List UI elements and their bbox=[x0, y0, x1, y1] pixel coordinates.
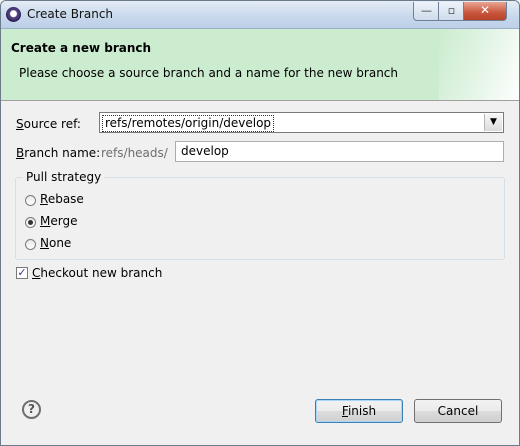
wizard-header-banner: Create a new branch Please choose a sour… bbox=[1, 29, 519, 101]
branch-name-label: Branch name: bbox=[16, 146, 100, 160]
branch-name-input[interactable]: develop bbox=[175, 141, 504, 162]
help-icon[interactable]: ? bbox=[22, 400, 41, 419]
create-branch-dialog: Create Branch — ▫ ✕ Create a new branch … bbox=[0, 0, 520, 446]
cancel-button[interactable]: Cancel bbox=[414, 399, 502, 423]
branch-name-label-text: ranch name: bbox=[24, 146, 101, 160]
minimize-button[interactable]: — bbox=[413, 2, 440, 21]
banner-message: Please choose a source branch and a name… bbox=[19, 66, 399, 80]
source-ref-hotkey: S bbox=[16, 117, 24, 131]
pull-strategy-label: Pull strategy bbox=[23, 170, 105, 184]
title-bar[interactable]: Create Branch — ▫ ✕ bbox=[1, 1, 519, 29]
rebase-radio[interactable] bbox=[25, 195, 36, 206]
maximize-button[interactable]: ▫ bbox=[438, 2, 465, 21]
source-ref-dropdown[interactable]: refs/remotes/origin/develop ▼ bbox=[99, 112, 504, 133]
merge-radio[interactable] bbox=[25, 217, 36, 228]
merge-label-text: erge bbox=[50, 214, 78, 228]
checkout-label-text: heckout new branch bbox=[40, 266, 163, 280]
banner-title: Create a new branch bbox=[11, 41, 152, 55]
none-label-text: one bbox=[48, 236, 72, 250]
none-radio[interactable] bbox=[25, 239, 36, 250]
checkout-new-branch-checkbox[interactable]: ✓ bbox=[16, 267, 28, 279]
finish-label: inish bbox=[347, 404, 377, 418]
merge-label[interactable]: Merge bbox=[40, 214, 77, 228]
finish-button[interactable]: Finish bbox=[315, 399, 403, 423]
none-hotkey: N bbox=[40, 236, 49, 250]
source-ref-label: Source ref: bbox=[16, 117, 81, 131]
rebase-label-text: ebase bbox=[47, 192, 84, 206]
branch-name-hotkey: B bbox=[16, 146, 25, 160]
merge-hotkey: M bbox=[40, 214, 51, 228]
close-button[interactable]: ✕ bbox=[463, 2, 507, 21]
none-label[interactable]: None bbox=[40, 236, 71, 250]
source-ref-value: refs/remotes/origin/develop bbox=[102, 115, 275, 132]
rebase-label[interactable]: Rebase bbox=[40, 192, 84, 206]
chevron-down-icon[interactable]: ▼ bbox=[484, 114, 502, 131]
rebase-hotkey: R bbox=[40, 192, 48, 206]
branch-prefix: refs/heads/ bbox=[101, 146, 168, 160]
window-title: Create Branch bbox=[27, 7, 114, 21]
banner-decoration bbox=[439, 29, 519, 100]
source-ref-label-text: ource ref: bbox=[23, 117, 81, 131]
pull-strategy-group bbox=[15, 177, 505, 260]
eclipse-app-icon bbox=[6, 7, 21, 22]
checkout-new-branch-label[interactable]: Checkout new branch bbox=[32, 266, 162, 280]
